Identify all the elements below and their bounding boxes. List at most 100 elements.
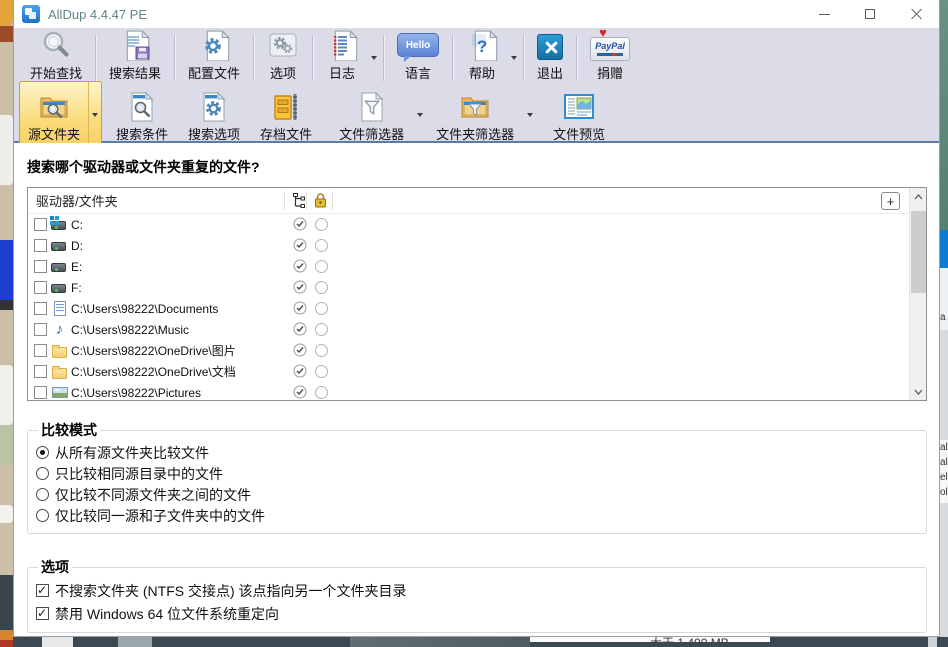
checkbox-option[interactable]: 禁用 Windows 64 位文件系统重定向 xyxy=(36,602,918,625)
protect-radio[interactable] xyxy=(315,218,328,231)
tab-archive-files[interactable]: 存档文件 xyxy=(250,81,322,149)
toolbar-button-donate[interactable]: ♥ PayPal 捐赠 xyxy=(580,28,640,88)
list-item-drive-d[interactable]: D: xyxy=(28,235,926,256)
scroll-up-button[interactable] xyxy=(910,188,927,205)
minimize-button[interactable] xyxy=(801,0,847,28)
radio-label: 只比较相同源目录中的文件 xyxy=(55,464,223,484)
text-fragment: al xyxy=(940,457,948,468)
file-filter-dropdown-arrow[interactable] xyxy=(414,81,426,149)
file-filter-icon xyxy=(358,92,386,122)
scrollbar-thumb[interactable] xyxy=(911,211,926,293)
subfolders-check-icon[interactable] xyxy=(293,280,307,297)
row-checkbox[interactable] xyxy=(34,365,47,378)
music-note-icon: ♪ xyxy=(50,322,69,338)
subfolders-check-icon[interactable] xyxy=(293,217,307,234)
toolbar-button-label: 语言 xyxy=(405,63,431,82)
column-separator xyxy=(332,191,333,210)
toolbar-button-log[interactable]: 日志 xyxy=(316,28,368,88)
background-fragment xyxy=(118,637,152,647)
list-item-music[interactable]: ♪ C:\Users\98222\Music xyxy=(28,319,926,340)
toolbar-button-help[interactable]: ? 帮助 xyxy=(456,28,508,88)
tab-file-preview[interactable]: 文件预览 xyxy=(543,81,615,149)
protect-radio[interactable] xyxy=(315,344,328,357)
protect-radio[interactable] xyxy=(315,365,328,378)
desktop-icon-fragment xyxy=(0,115,13,185)
maximize-button[interactable] xyxy=(847,0,893,28)
toolbar-separator xyxy=(253,35,254,81)
protect-radio[interactable] xyxy=(315,281,328,294)
radio-icon[interactable] xyxy=(36,446,49,459)
protect-radio[interactable] xyxy=(315,386,328,399)
add-folder-button[interactable]: + xyxy=(881,192,900,210)
toolbar-button-options[interactable]: 选项 xyxy=(257,28,309,88)
text-fragment: al xyxy=(940,442,948,453)
radio-option[interactable]: 从所有源文件夹比较文件 xyxy=(36,442,918,463)
radio-option[interactable]: 仅比较同一源和子文件夹中的文件 xyxy=(36,505,918,526)
scroll-down-button[interactable] xyxy=(910,383,927,400)
include-subfolders-icon xyxy=(292,193,307,212)
desktop-icon-fragment xyxy=(0,365,13,425)
radio-label: 从所有源文件夹比较文件 xyxy=(55,443,209,463)
row-checkbox[interactable] xyxy=(34,281,47,294)
toolbar-button-exit[interactable]: 退出 xyxy=(527,28,573,88)
list-item-onedrive-documents[interactable]: C:\Users\98222\OneDrive\文档 xyxy=(28,361,926,382)
protect-radio[interactable] xyxy=(315,302,328,315)
checkbox-icon[interactable] xyxy=(36,584,49,597)
toolbar-button-start-search[interactable]: 开始查找 xyxy=(20,28,92,88)
radio-option[interactable]: 只比较相同源目录中的文件 xyxy=(36,463,918,484)
tab-search-options[interactable]: 搜索选项 xyxy=(178,81,250,149)
row-checkbox[interactable] xyxy=(34,302,47,315)
checkbox-option[interactable]: 不搜索文件夹 (NTFS 交接点) 该点指向另一个文件夹目录 xyxy=(36,579,918,602)
radio-icon[interactable] xyxy=(36,509,49,522)
radio-option[interactable]: 仅比较不同源文件夹之间的文件 xyxy=(36,484,918,505)
list-item-onedrive-pictures[interactable]: C:\Users\98222\OneDrive\图片 xyxy=(28,340,926,361)
folder-filter-dropdown-arrow[interactable] xyxy=(524,81,536,149)
log-dropdown-arrow[interactable] xyxy=(368,28,380,88)
source-folders-dropdown-arrow[interactable] xyxy=(88,82,101,148)
subfolders-check-icon[interactable] xyxy=(293,259,307,276)
protect-radio[interactable] xyxy=(315,239,328,252)
row-checkbox[interactable] xyxy=(34,344,47,357)
checkbox-icon[interactable] xyxy=(36,607,49,620)
toolbar-button-label: 捐赠 xyxy=(597,63,623,82)
subfolders-check-icon[interactable] xyxy=(293,238,307,255)
toolbar-button-profiles[interactable]: 配置文件 xyxy=(178,28,250,88)
radio-icon[interactable] xyxy=(36,488,49,501)
tab-search-criteria[interactable]: 搜索条件 xyxy=(106,81,178,149)
help-dropdown-arrow[interactable] xyxy=(508,28,520,88)
row-checkbox[interactable] xyxy=(34,323,47,336)
tab-folder-filter[interactable]: 文件夹筛选器 xyxy=(426,81,524,149)
list-header[interactable]: 驱动器/文件夹 + xyxy=(28,188,926,214)
desktop-icon-fragment xyxy=(0,240,13,300)
tab-file-filter[interactable]: 文件筛选器 xyxy=(329,81,414,149)
close-button[interactable] xyxy=(893,0,939,28)
list-item-pictures[interactable]: C:\Users\98222\Pictures xyxy=(28,382,926,401)
subfolders-check-icon[interactable] xyxy=(293,343,307,360)
row-checkbox[interactable] xyxy=(34,260,47,273)
protect-radio[interactable] xyxy=(315,323,328,336)
tab-source-folders[interactable]: 源文件夹 xyxy=(19,81,102,149)
row-checkbox[interactable] xyxy=(34,218,47,231)
paypal-donate-icon: ♥ PayPal xyxy=(590,37,630,61)
list-item-drive-c[interactable]: C: xyxy=(28,214,926,235)
alldup-app-icon xyxy=(22,5,40,23)
row-checkbox[interactable] xyxy=(34,386,47,399)
desktop-fragment xyxy=(0,0,13,26)
list-item-documents[interactable]: C:\Users\98222\Documents xyxy=(28,298,926,319)
vertical-scrollbar[interactable] xyxy=(909,188,926,400)
chevron-down-icon xyxy=(417,113,423,117)
list-item-drive-f[interactable]: F: xyxy=(28,277,926,298)
row-checkbox[interactable] xyxy=(34,239,47,252)
subfolders-check-icon[interactable] xyxy=(293,301,307,318)
toolbar-button-language[interactable]: Hello 语言 xyxy=(387,28,449,88)
protect-radio[interactable] xyxy=(315,260,328,273)
subfolders-check-icon[interactable] xyxy=(293,385,307,401)
subfolders-check-icon[interactable] xyxy=(293,322,307,339)
toolbar-button-search-results[interactable]: 搜索结果 xyxy=(99,28,171,88)
subfolders-check-icon[interactable] xyxy=(293,364,307,381)
text-fragment: ol xyxy=(940,487,948,498)
pictures-icon xyxy=(50,385,69,401)
list-item-drive-e[interactable]: E: xyxy=(28,256,926,277)
language-bubble-icon: Hello xyxy=(397,33,439,57)
radio-icon[interactable] xyxy=(36,467,49,480)
